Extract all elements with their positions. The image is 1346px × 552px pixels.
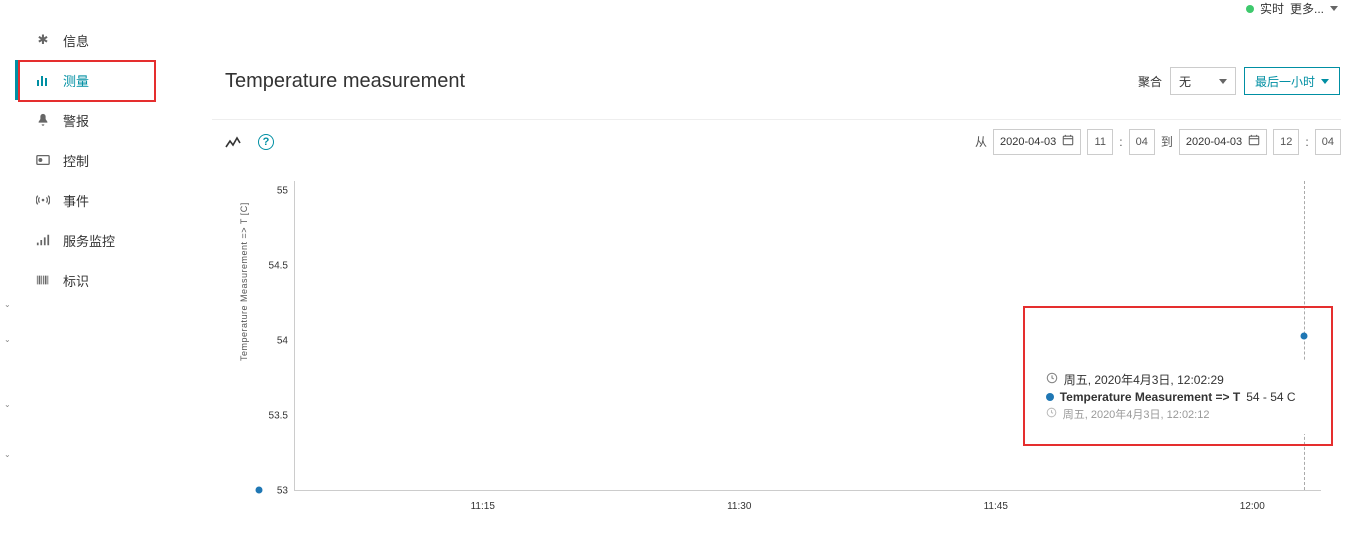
bell-icon (35, 112, 51, 128)
to-hour-input[interactable]: 12 (1273, 129, 1299, 155)
sidebar-item-label: 标识 (63, 271, 89, 290)
broadcast-icon (35, 192, 51, 208)
chart-data-point[interactable] (256, 487, 263, 494)
sidebar-item-measurement[interactable]: 测量 (15, 60, 190, 100)
rail-tick-icon: ⌄ (4, 400, 11, 409)
chart-tooltip: 周五, 2020年4月3日, 12:02:29 Temperature Meas… (1034, 361, 1319, 434)
x-tick: 11:15 (471, 501, 495, 512)
time-colon: : (1119, 135, 1122, 149)
from-label: 从 (975, 133, 987, 150)
sidebar-item-service-monitor[interactable]: 服务监控 (15, 220, 190, 260)
chevron-down-icon (1219, 79, 1227, 84)
y-tick: 53 (277, 486, 288, 497)
aggregate-select[interactable]: 无 (1170, 67, 1236, 95)
x-tick: 11:45 (984, 501, 1008, 512)
y-tick: 54.5 (269, 261, 288, 272)
toolbar-row: ? 从 2020-04-03 11 : 04 到 2020-04-03 12 : (212, 119, 1341, 163)
more-menu[interactable]: 更多... (1290, 0, 1324, 17)
toolbar-left: ? (224, 133, 274, 151)
rail-tick-icon: ⌄ (4, 450, 11, 459)
aggregate-label: 聚合 (1138, 73, 1162, 90)
y-tick: 54 (277, 336, 288, 347)
time-range-label: 最后一小时 (1255, 73, 1315, 90)
sidebar-item-alarm[interactable]: 警报 (15, 100, 190, 140)
header-controls: 聚合 无 最后一小时 (1138, 67, 1340, 95)
sidebar-item-label: 控制 (63, 151, 89, 170)
from-date-value: 2020-04-03 (1000, 136, 1056, 148)
from-hour-input[interactable]: 11 (1087, 129, 1113, 155)
date-range-controls: 从 2020-04-03 11 : 04 到 2020-04-03 12 : 0… (975, 129, 1341, 155)
from-date-input[interactable]: 2020-04-03 (993, 129, 1081, 155)
sidebar-item-control[interactable]: 控制 (15, 140, 190, 180)
time-colon: : (1305, 135, 1308, 149)
to-date-input[interactable]: 2020-04-03 (1179, 129, 1267, 155)
status-dot-icon (1246, 5, 1254, 13)
signal-icon (35, 232, 51, 248)
chevron-down-icon (1321, 79, 1329, 84)
rail-tick-icon: ⌄ (4, 335, 11, 344)
barcode-icon (35, 272, 51, 288)
rail-tick-icon: ⌄ (4, 300, 11, 309)
top-status-bar: 实时 更多... (1246, 0, 1338, 17)
control-icon (35, 152, 51, 168)
sidebar-item-label: 事件 (63, 191, 89, 210)
tooltip-series-name: Temperature Measurement => T (1060, 390, 1241, 404)
main-panel: Temperature measurement 聚合 无 最后一小时 ? 从 2… (212, 55, 1341, 531)
chevron-down-icon[interactable] (1330, 6, 1338, 11)
bar-chart-icon (35, 72, 51, 88)
tooltip-value: 54 - 54 C (1246, 390, 1295, 404)
sidebar-item-label: 服务监控 (63, 231, 115, 250)
sidebar: ✱ 信息 测量 警报 控制 事件 服务监控 标识 (15, 20, 190, 300)
page-title: Temperature measurement (213, 70, 465, 93)
tooltip-prev-timestamp: 周五, 2020年4月3日, 12:02:12 (1063, 406, 1210, 422)
to-date-value: 2020-04-03 (1186, 136, 1242, 148)
calendar-icon (1062, 134, 1074, 149)
x-tick: 11:30 (727, 501, 751, 512)
sidebar-item-events[interactable]: 事件 (15, 180, 190, 220)
header-row: Temperature measurement 聚合 无 最后一小时 (212, 55, 1341, 107)
status-label: 实时 (1260, 0, 1284, 17)
chart-data-point[interactable] (1300, 332, 1307, 339)
clock-icon (1046, 372, 1058, 387)
tooltip-timestamp: 周五, 2020年4月3日, 12:02:29 (1064, 371, 1224, 388)
line-chart-icon[interactable] (224, 133, 242, 151)
left-rail: ⌄ ⌄ ⌄ ⌄ (0, 0, 15, 552)
y-tick: 53.5 (269, 411, 288, 422)
time-range-button[interactable]: 最后一小时 (1244, 67, 1340, 95)
chart-plot[interactable]: 11:15 11:30 11:45 12:00 周五, 2020年4月3日, 1… (294, 181, 1321, 491)
sidebar-item-label: 警报 (63, 111, 89, 130)
y-axis-label: Temperature Measurement => T [C] (239, 202, 249, 361)
series-color-dot-icon (1046, 393, 1054, 401)
sidebar-item-identity[interactable]: 标识 (15, 260, 190, 300)
chart-area: Temperature Measurement => T [C] 55 54.5… (212, 171, 1341, 531)
to-min-input[interactable]: 04 (1315, 129, 1341, 155)
x-tick: 12:00 (1240, 501, 1265, 512)
asterisk-icon: ✱ (35, 32, 51, 48)
aggregate-value: 无 (1179, 73, 1191, 90)
y-tick: 55 (277, 186, 288, 197)
clock-icon (1046, 407, 1057, 421)
calendar-icon (1248, 134, 1260, 149)
to-label: 到 (1161, 133, 1173, 150)
from-min-input[interactable]: 04 (1129, 129, 1155, 155)
help-icon[interactable]: ? (258, 134, 274, 150)
sidebar-item-label: 测量 (63, 71, 89, 90)
sidebar-item-info[interactable]: ✱ 信息 (15, 20, 190, 60)
sidebar-item-label: 信息 (63, 31, 89, 50)
